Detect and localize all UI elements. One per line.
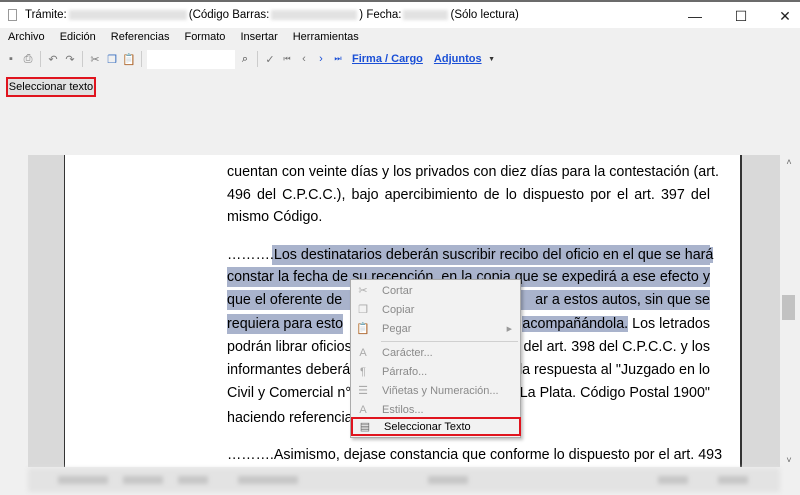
line-text: ar a estos autos, sin que se (535, 292, 710, 308)
paste-icon: 📋 (356, 323, 370, 335)
firma-cargo-link[interactable]: Firma / Cargo (352, 53, 423, 65)
close-button[interactable]: ✕ (770, 4, 800, 28)
menu-separator (381, 341, 518, 342)
styles-icon: A (359, 403, 367, 416)
next-icon[interactable]: › (314, 52, 328, 66)
document-icon (8, 9, 17, 21)
menu-insertar[interactable]: Insertar (233, 28, 284, 46)
line-text: del art. 398 del C.P.C.C. y los (523, 339, 710, 355)
menu-herramientas[interactable]: Herramientas (286, 28, 366, 46)
copy-icon: ❐ (358, 304, 368, 316)
list-icon: ☰ (358, 385, 368, 397)
context-menu-label: Carácter... (382, 346, 433, 359)
copy-icon[interactable]: ❐ (105, 52, 119, 66)
document-line: 496 del C.P.C.C.), bajo apercibimiento d… (227, 185, 710, 205)
context-menu-label: Cortar (382, 284, 413, 297)
menu-edicion[interactable]: Edición (53, 28, 103, 46)
line-text: La Plata. Código Postal 1900" (519, 385, 710, 401)
context-menu-item-carácter[interactable]: A Carácter... (351, 343, 520, 362)
context-menu-item-párrafo[interactable]: ¶ Párrafo... (351, 362, 520, 381)
scrollbar-thumb[interactable] (782, 295, 795, 320)
context-menu: ✂ Cortar ❐ Copiar 📋 Pegar ▶ A Carácter... ¶ Párraf… (350, 279, 521, 438)
document-line: ……….Asimismo, dejase constancia que conf… (227, 445, 722, 465)
line-text: la respuesta al "Juzgado en lo (518, 362, 710, 378)
context-menu-item-copiar[interactable]: ❐ Copiar (351, 300, 520, 319)
save-icon[interactable]: ▪ (4, 52, 18, 66)
line-text: podrán librar oficios (227, 339, 352, 355)
line-text: Civil y Comercial n° (227, 385, 352, 401)
menu-referencias[interactable]: Referencias (104, 28, 177, 46)
search-input[interactable] (147, 49, 235, 69)
redacted-title (68, 10, 187, 20)
line-text: acompañándola. (522, 316, 629, 332)
print-icon[interactable]: ⎙ (21, 52, 35, 66)
context-menu-item-pegar[interactable]: 📋 Pegar ▶ (351, 319, 520, 338)
first-page-icon[interactable]: ⏮ (280, 52, 294, 66)
line-text: haciendo referencia (227, 410, 353, 426)
line-text: ……….Asimismo, dejase constancia que conf… (227, 447, 723, 463)
document-line: cuentan con veinte días y los privados c… (227, 162, 719, 182)
previous-icon[interactable]: ‹ (297, 52, 311, 66)
context-menu-label: Pegar (382, 322, 412, 335)
separator (257, 51, 258, 67)
separator (141, 51, 142, 67)
context-menu-label: Copiar (382, 303, 415, 316)
maximize-button[interactable]: ☐ (726, 4, 756, 28)
date-label: ) Fecha: (359, 9, 402, 21)
paragraph-icon: ¶ (360, 365, 366, 378)
context-menu-label: Seleccionar Texto (384, 420, 471, 433)
select-text-button[interactable]: Seleccionar texto (6, 77, 96, 97)
context-menu-label: Estilos... (382, 403, 424, 416)
menu-archivo[interactable]: Archivo (1, 28, 52, 46)
cut-icon[interactable]: ✂ (88, 52, 102, 66)
line-text: informantes deberán (227, 362, 359, 378)
document-line: ……….Los destinatarios deberán suscribir … (227, 245, 714, 265)
document-icon: ▤ (359, 421, 371, 433)
title-bar: Trámite: (Código Barras: ) Fecha: (Sólo … (0, 0, 800, 28)
separator (40, 51, 41, 67)
paste-icon[interactable]: 📋 (122, 52, 136, 66)
mode-label: (Sólo lectura) (450, 9, 519, 21)
context-menu-label: Párrafo... (382, 365, 428, 378)
line-text: 496 del C.P.C.C.), bajo apercibimiento d… (227, 187, 710, 203)
redacted-date (403, 10, 449, 20)
last-page-icon[interactable]: ⏭ (331, 52, 345, 66)
separator (82, 51, 83, 67)
line-text: que el oferente de (227, 290, 343, 310)
context-menu-item-seleccionar-texto[interactable]: ▤ Seleccionar Texto (351, 417, 521, 436)
vertical-scrollbar[interactable]: ˄ ˅ (780, 155, 798, 467)
context-menu-item-viñetas-y-numeración[interactable]: ☰ Viñetas y Numeración... (351, 381, 520, 400)
menu-formato[interactable]: Formato (177, 28, 232, 46)
status-bar (28, 468, 780, 492)
line-text: Los destinatarios deberán suscribir reci… (273, 247, 714, 263)
redacted-barcode (271, 10, 358, 20)
adjuntos-link[interactable]: Adjuntos (434, 53, 482, 65)
document-line: mismo Código. (227, 207, 710, 227)
toolbar: ▪ ⎙ ↶ ↷ ✂ ❐ 📋 ⌕ ✓ ⏮ ‹ › ⏭ Firma / Cargo … (4, 47, 499, 71)
barcode-label: (Código Barras: (188, 9, 270, 21)
line-text: ………. (227, 247, 274, 263)
line-text: Los letrados (628, 316, 710, 332)
scissors-icon: ✂ (358, 285, 368, 297)
undo-icon[interactable]: ↶ (46, 52, 60, 66)
menu-bar: Archivo Edición Referencias Formato Inse… (0, 28, 800, 46)
binoculars-icon[interactable]: ⌕ (238, 52, 252, 66)
line-text: cuentan con veinte días y los privados c… (227, 164, 719, 180)
context-menu-item-cortar[interactable]: ✂ Cortar (351, 281, 520, 300)
scroll-up-icon[interactable]: ˄ (780, 157, 798, 167)
context-menu-label: Viñetas y Numeración... (382, 384, 499, 397)
line-text: requiera para esto (227, 314, 344, 334)
title-label: Trámite: (25, 9, 67, 21)
dropdown-arrow-icon[interactable]: ▼ (485, 52, 499, 66)
line-text: mismo Código. (227, 209, 323, 225)
scroll-down-icon[interactable]: ˅ (780, 455, 798, 465)
redo-icon[interactable]: ↷ (63, 52, 77, 66)
spellcheck-icon[interactable]: ✓ (263, 52, 277, 66)
minimize-button[interactable]: — (680, 4, 710, 28)
font-icon: A (359, 346, 367, 359)
submenu-arrow-icon: ▶ (506, 325, 512, 333)
